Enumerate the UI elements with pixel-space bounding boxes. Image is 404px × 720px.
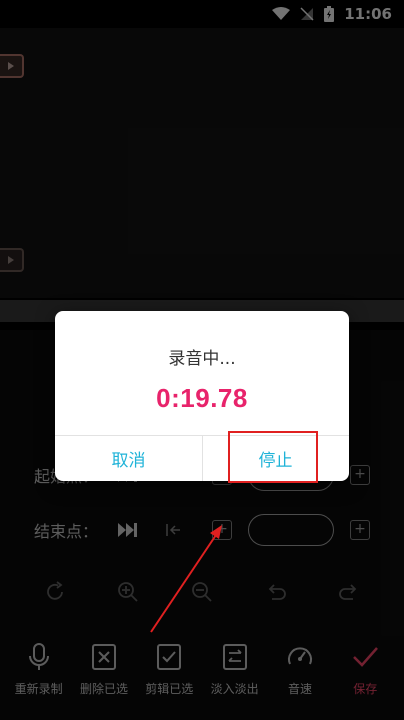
undo-button[interactable]	[262, 578, 290, 606]
fade-in-out-button[interactable]: 淡入淡出	[204, 636, 266, 720]
checkmark-icon	[353, 647, 379, 667]
play-marker-icon	[8, 62, 14, 70]
re-record-label: 重新录制	[14, 682, 63, 696]
zoom-out-button[interactable]	[188, 578, 216, 606]
status-bar: 11:06	[0, 0, 404, 28]
battery-charging-icon	[324, 6, 335, 22]
tool-row	[0, 578, 404, 614]
start-marker-handle[interactable]	[0, 54, 24, 78]
recording-timer: 0:19.78	[156, 383, 248, 413]
end-point-row: 结束点： + +	[0, 510, 404, 550]
start-plus-button[interactable]: +	[350, 465, 370, 485]
stop-button[interactable]: 停止	[202, 435, 349, 481]
cancel-button[interactable]: 取消	[55, 435, 202, 481]
end-time-field[interactable]	[248, 514, 334, 546]
microphone-icon	[28, 643, 49, 670]
waveform-area[interactable]	[0, 28, 404, 298]
zoom-out-icon	[192, 582, 212, 602]
end-step-button[interactable]: +	[212, 520, 232, 540]
zoom-in-icon	[118, 582, 139, 602]
fade-icon	[222, 644, 247, 670]
refresh-icon	[46, 581, 63, 600]
redo-icon	[339, 584, 357, 600]
redo-button[interactable]	[335, 578, 363, 606]
fade-in-out-label: 淡入淡出	[210, 682, 259, 696]
delete-selected-button[interactable]: 删除已选	[73, 636, 135, 720]
save-label: 保存	[353, 682, 378, 696]
dialog-title: 录音中...	[168, 349, 236, 369]
clip-selected-label: 剪辑已选	[145, 682, 194, 696]
refresh-button[interactable]	[41, 578, 69, 606]
end-marker-handle[interactable]	[0, 248, 24, 272]
play-marker-icon	[8, 256, 14, 264]
recording-dialog: 录音中... 0:19.78 取消 停止	[55, 311, 349, 481]
wifi-icon	[272, 7, 291, 20]
status-time: 11:06	[344, 5, 392, 23]
skip-to-end-icon[interactable]	[116, 521, 138, 539]
save-button[interactable]: 保存	[334, 636, 396, 720]
delete-selected-label: 删除已选	[79, 682, 128, 696]
check-box-icon	[157, 644, 182, 670]
undo-icon	[268, 584, 286, 600]
re-record-button[interactable]: 重新录制	[8, 636, 70, 720]
delete-box-icon	[91, 644, 116, 670]
clip-selected-button[interactable]: 剪辑已选	[138, 636, 200, 720]
end-plus-button[interactable]: +	[350, 520, 370, 540]
step-back-icon[interactable]	[166, 523, 182, 537]
speedometer-icon	[287, 647, 312, 665]
end-point-label: 结束点：	[34, 522, 99, 541]
bottom-toolbar: 重新录制 删除已选 剪辑已选 淡入淡出 音速 保存	[0, 636, 404, 720]
no-signal-icon	[300, 7, 314, 21]
speed-label: 音速	[287, 682, 312, 696]
zoom-in-button[interactable]	[114, 578, 142, 606]
speed-button[interactable]: 音速	[269, 636, 331, 720]
